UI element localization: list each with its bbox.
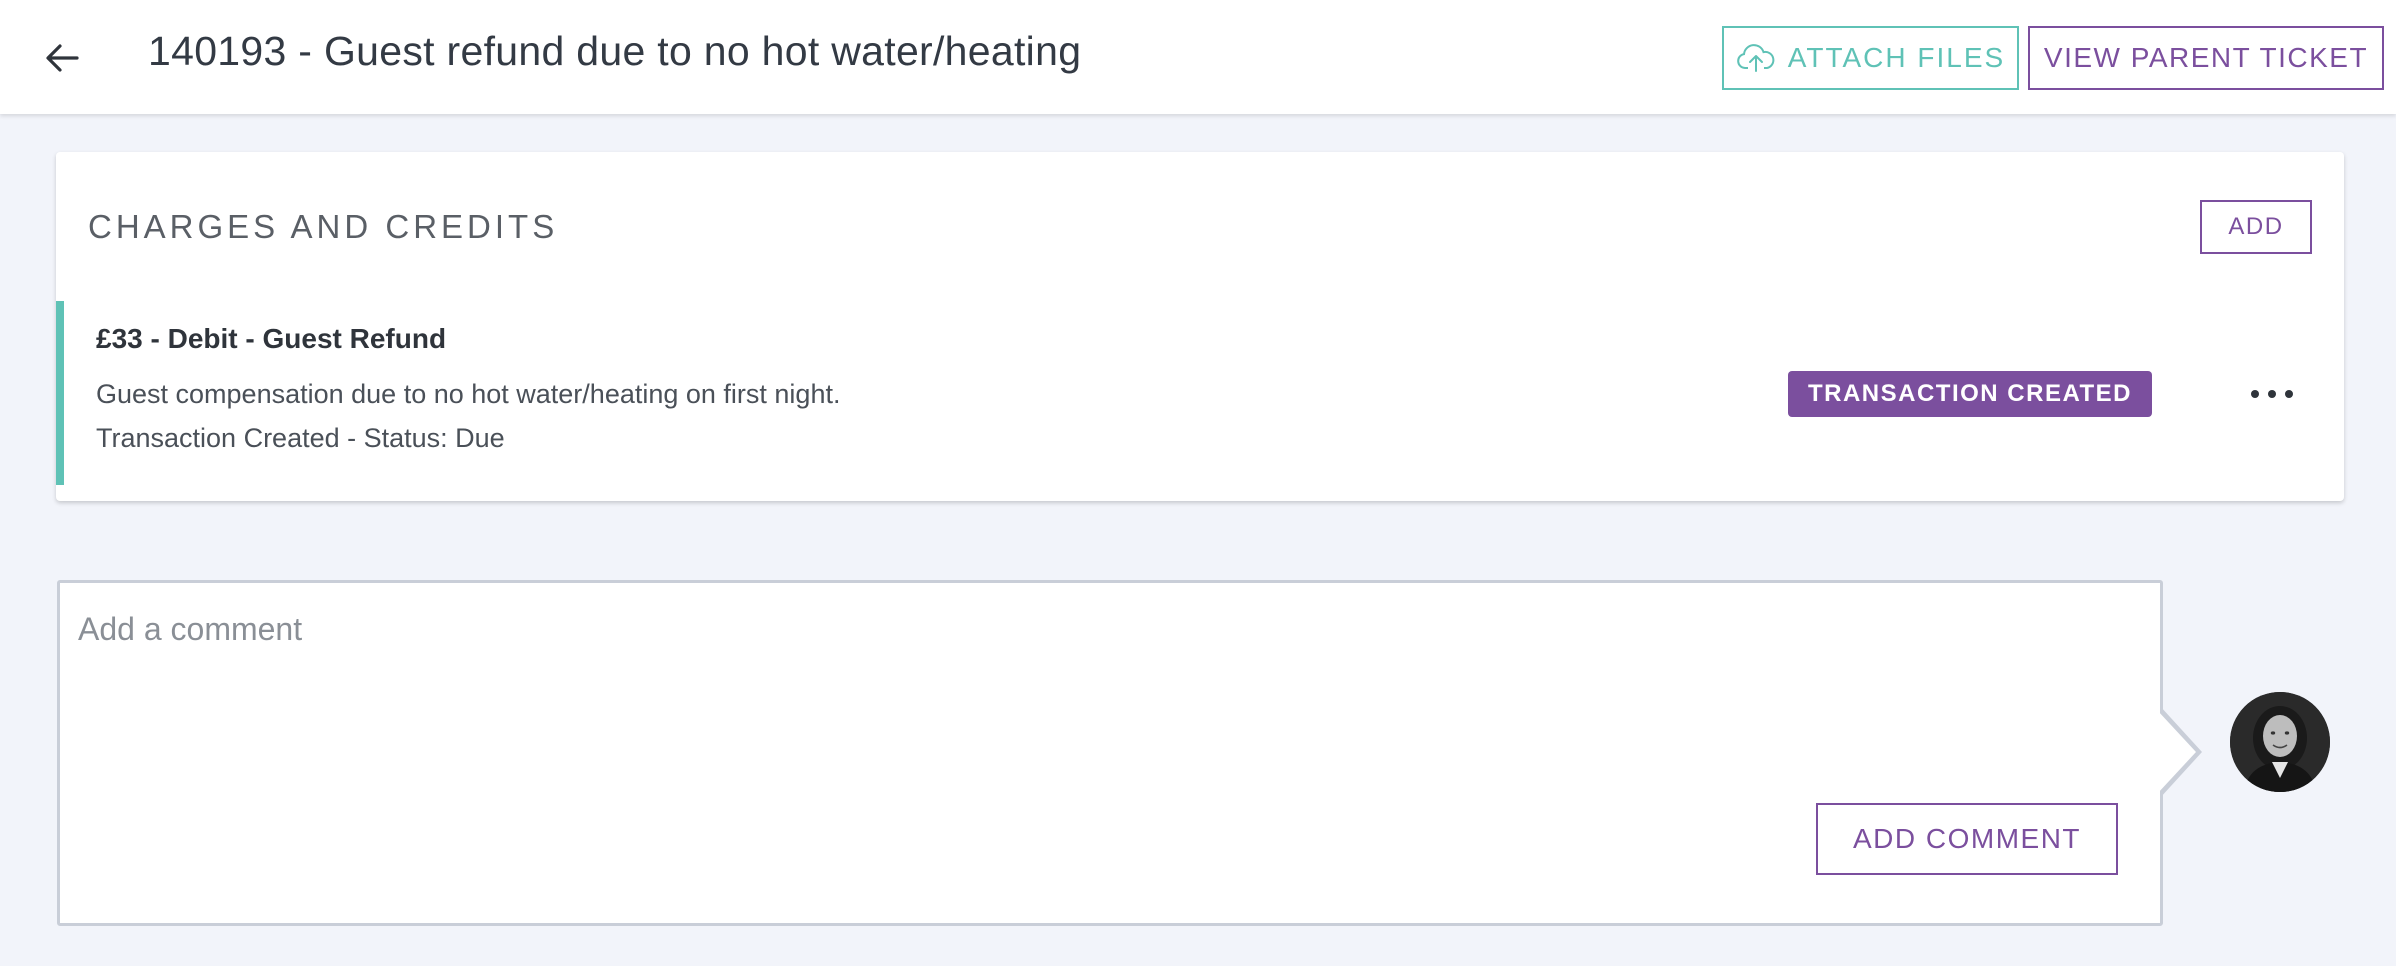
page-title: 140193 - Guest refund due to no hot wate…: [148, 28, 1082, 74]
charge-item[interactable]: £33 - Debit - Guest Refund Guest compens…: [56, 301, 2344, 485]
transaction-status-badge: TRANSACTION CREATED: [1788, 371, 2152, 417]
cloud-upload-icon: [1736, 44, 1775, 72]
charges-credits-card: CHARGES AND CREDITS ADD £33 - Debit - Gu…: [56, 152, 2344, 501]
comment-input[interactable]: [78, 611, 2138, 731]
charge-accent-bar: [56, 301, 64, 485]
attach-files-label: ATTACH FILES: [1787, 42, 2006, 73]
view-parent-ticket-button[interactable]: VIEW PARENT TICKET: [2028, 26, 2384, 90]
attach-files-button[interactable]: ATTACH FILES: [1722, 26, 2019, 90]
back-button[interactable]: [36, 32, 88, 84]
add-charge-button[interactable]: ADD: [2200, 200, 2312, 254]
charge-status: Transaction Created - Status: Due: [96, 423, 505, 453]
charge-description: Guest compensation due to no hot water/h…: [96, 379, 841, 409]
comment-pointer-inner: [2157, 710, 2196, 794]
add-comment-button[interactable]: ADD COMMENT: [1816, 803, 2118, 875]
arrow-left-icon: [46, 44, 79, 72]
more-dot-icon: [2285, 390, 2293, 398]
more-dot-icon: [2268, 390, 2276, 398]
user-avatar-image: [2230, 692, 2330, 792]
section-title: CHARGES AND CREDITS: [88, 208, 559, 245]
top-bar: 140193 - Guest refund due to no hot wate…: [0, 0, 2396, 114]
charge-title: £33 - Debit - Guest Refund: [96, 323, 447, 354]
avatar[interactable]: [2230, 692, 2330, 792]
more-dot-icon: [2251, 390, 2259, 398]
comment-box: ADD COMMENT: [57, 580, 2163, 926]
more-options-button[interactable]: [2232, 371, 2312, 417]
